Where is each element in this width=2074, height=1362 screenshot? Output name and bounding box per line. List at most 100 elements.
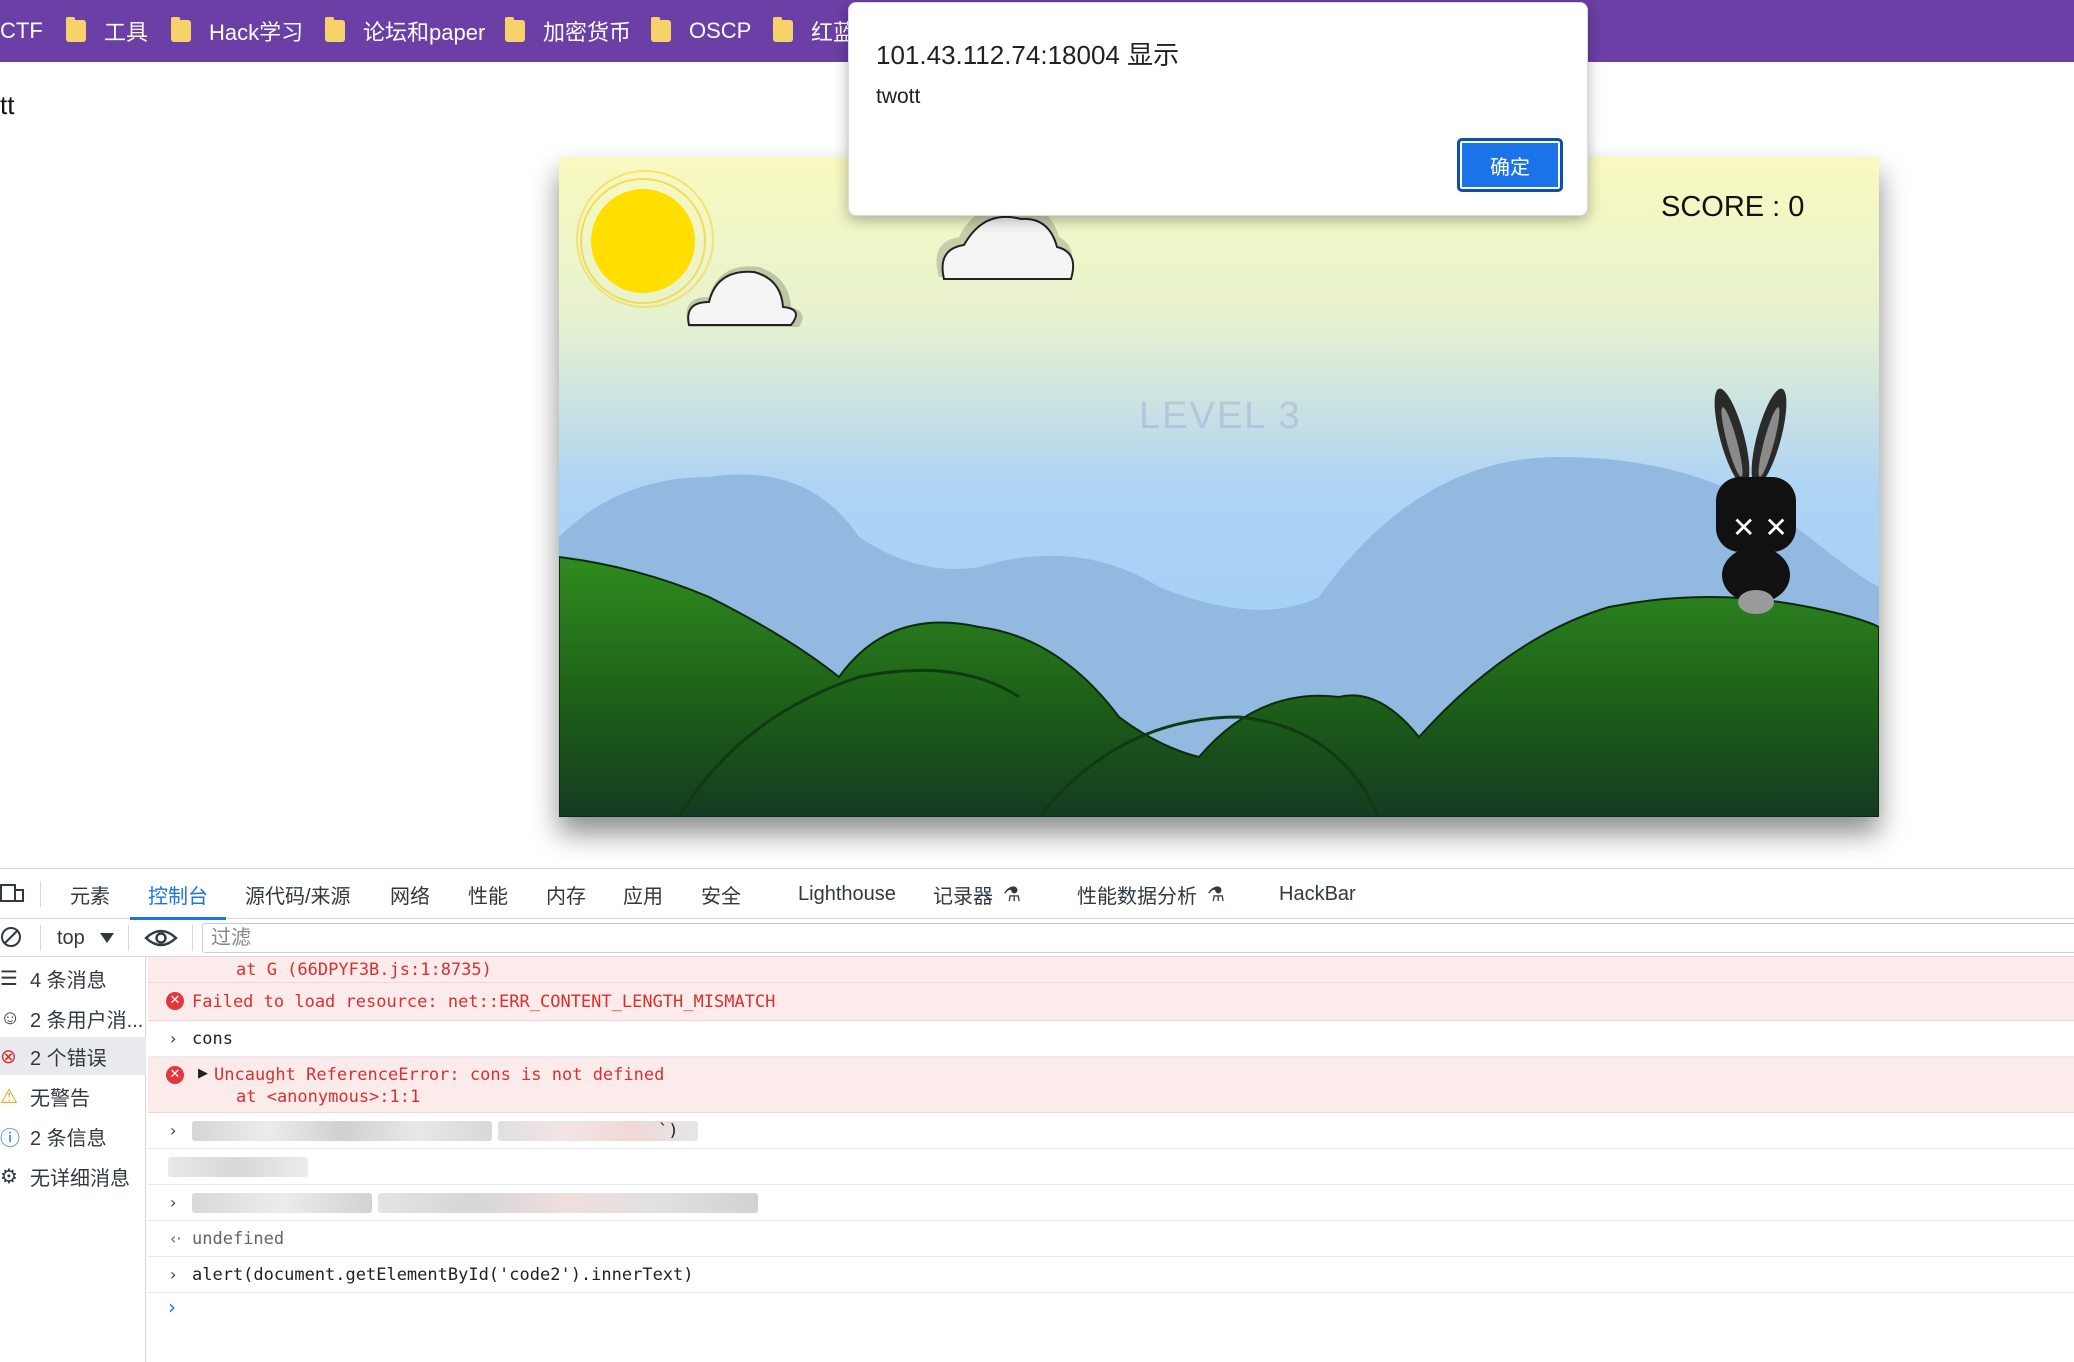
sidebar-item-user-messages[interactable]: ☺ 2 条用户消... [0, 999, 146, 1037]
divider [128, 925, 129, 951]
divider [192, 925, 193, 951]
chevron-right-icon: › [170, 1265, 177, 1284]
folder-icon [325, 17, 345, 42]
tab-security[interactable]: 安全 [701, 869, 741, 919]
devtools-tab-bar: 元素 控制台 源代码/来源 网络 性能 内存 应用 安全 Lighthouse … [0, 869, 2074, 920]
warning-icon: ⚠ [0, 1085, 18, 1108]
tab-memory[interactable]: 内存 [546, 869, 586, 919]
tab-performance[interactable]: 性能 [468, 869, 508, 919]
console-error-row: ✕ Failed to load resource: net::ERR_CONT… [148, 983, 2074, 1021]
stack-trace-line: at <anonymous>:1:1 [236, 1087, 421, 1107]
console-output: at G (66DPYF3B.js:1:8735) ✕ Failed to lo… [148, 957, 2074, 1362]
tab-application[interactable]: 应用 [623, 869, 663, 919]
tab-hackbar[interactable]: HackBar [1279, 869, 1356, 919]
console-error-row: ✕ ▶ Uncaught ReferenceError: cons is not… [148, 1057, 2074, 1113]
game-scene: ✕ ✕ [559, 157, 1879, 817]
bookmark-hack[interactable]: Hack学习 [171, 0, 303, 62]
console-input-row: › cons [148, 1021, 2074, 1057]
sidebar-item-label: 2 个错误 [30, 1047, 107, 1070]
console-input: cons [192, 1029, 233, 1049]
chevron-right-icon: › [170, 1193, 177, 1212]
bookmark-label: 加密货币 [543, 20, 632, 45]
tab-elements[interactable]: 元素 [70, 869, 110, 919]
bookmark-label: CTF [0, 18, 43, 43]
console-filter-input[interactable] [202, 923, 2074, 953]
console-result: undefined [192, 1229, 285, 1249]
level-indicator: LEVEL 3 [1139, 395, 1302, 437]
console-input-row: › alert(document.getElementById('code2')… [148, 1257, 2074, 1293]
error-message: Uncaught ReferenceError: cons is not def… [214, 1065, 665, 1085]
sidebar-item-label: 2 条用户消... [30, 1009, 144, 1032]
folder-icon [651, 17, 671, 42]
console-input: alert(document.getElementById('code2').i… [192, 1265, 694, 1285]
error-message: Failed to load resource: net::ERR_CONTEN… [192, 992, 776, 1012]
folder-icon [66, 17, 86, 42]
tab-label: 性能数据分析 [1077, 885, 1197, 908]
alert-title: 101.43.112.74:18004 显示 [876, 40, 1180, 70]
sidebar-item-label: 无警告 [30, 1087, 90, 1110]
bookmark-forum[interactable]: 论坛和paper [325, 0, 485, 62]
bookmark-ctf[interactable]: CTF [0, 0, 43, 62]
tab-recorder[interactable]: 记录器 ⚗ [933, 869, 1021, 919]
tab-network[interactable]: 网络 [390, 869, 430, 919]
bookmark-tools[interactable]: 工具 [66, 0, 148, 62]
live-expression-eye-icon[interactable] [144, 926, 178, 950]
sidebar-item-verbose[interactable]: ⚙ 无详细消息 [0, 1157, 146, 1195]
stack-trace-line[interactable]: at G (66DPYF3B.js:1:8735) [236, 960, 492, 980]
device-toggle-icon[interactable] [0, 882, 24, 904]
code-fragment: `) [658, 1121, 679, 1141]
divider [40, 925, 41, 951]
sidebar-item-info[interactable]: ⓘ 2 条信息 [0, 1117, 146, 1155]
sidebar-item-errors[interactable]: ⊗ 2 个错误 [0, 1037, 146, 1075]
console-prompt-caret[interactable]: › [168, 1295, 176, 1319]
alert-dialog: 101.43.112.74:18004 显示 twott 确定 [848, 2, 1588, 216]
chevron-right-icon: › [170, 1029, 177, 1048]
flask-icon: ⚗ [1003, 883, 1021, 906]
user-icon: ☺ [0, 1006, 21, 1029]
verbose-icon: ⚙ [0, 1165, 18, 1188]
tab-performance-insights[interactable]: 性能数据分析 ⚗ [1077, 869, 1225, 919]
bookmark-label: 工具 [104, 20, 149, 45]
error-icon: ⊗ [0, 1045, 17, 1068]
redacted-text [192, 1193, 372, 1213]
redacted-text [378, 1193, 758, 1213]
return-arrow-icon: ‹· [170, 1229, 182, 1248]
console-output-row [148, 1149, 2074, 1185]
tab-lighthouse[interactable]: Lighthouse [798, 869, 896, 919]
chevron-down-icon[interactable] [100, 933, 114, 943]
alert-ok-button[interactable]: 确定 [1457, 138, 1563, 192]
game-canvas[interactable]: ✕ ✕ LEVEL 3 SCORE : 0 [559, 157, 1879, 817]
sidebar-item-label: 4 条消息 [30, 969, 107, 992]
expand-triangle-icon[interactable]: ▶ [198, 1066, 208, 1081]
bookmark-crypto[interactable]: 加密货币 [505, 0, 631, 62]
sidebar-item-warnings[interactable]: ⚠ 无警告 [0, 1077, 146, 1115]
bookmark-label: OSCP [689, 18, 752, 43]
sun-icon [591, 189, 695, 293]
tab-sources[interactable]: 源代码/来源 [245, 869, 351, 919]
devtools-panel: 元素 控制台 源代码/来源 网络 性能 内存 应用 安全 Lighthouse … [0, 868, 2074, 1362]
clear-console-icon[interactable] [0, 925, 24, 949]
chevron-right-icon: › [170, 1121, 177, 1140]
folder-icon [171, 17, 191, 42]
console-input-row: › [148, 1185, 2074, 1221]
context-selector[interactable]: top [57, 927, 85, 950]
bookmark-redblue[interactable]: 红蓝 [773, 0, 855, 62]
divider [40, 881, 41, 907]
console-sidebar: ☰ 4 条消息 ☺ 2 条用户消... ⊗ 2 个错误 ⚠ 无警告 ⓘ 2 条信息 ⚙ 无详… [0, 957, 146, 1362]
sidebar-item-label: 2 条信息 [30, 1127, 107, 1150]
redacted-text [168, 1157, 308, 1177]
sidebar-item-messages[interactable]: ☰ 4 条消息 [0, 959, 146, 997]
error-icon: ✕ [166, 992, 184, 1010]
tab-console[interactable]: 控制台 [130, 869, 226, 920]
page-text: tt [0, 90, 15, 120]
folder-icon [773, 17, 793, 42]
sidebar-item-label: 无详细消息 [30, 1167, 130, 1190]
svg-text:✕ ✕: ✕ ✕ [1732, 511, 1788, 544]
bookmark-oscp[interactable]: OSCP [651, 0, 751, 62]
console-toolbar: top [0, 919, 2074, 957]
info-icon: ⓘ [0, 1127, 20, 1150]
console-input-row: › `) [148, 1113, 2074, 1149]
redacted-text [192, 1121, 492, 1141]
error-icon: ✕ [166, 1066, 184, 1084]
list-icon: ☰ [0, 967, 18, 990]
